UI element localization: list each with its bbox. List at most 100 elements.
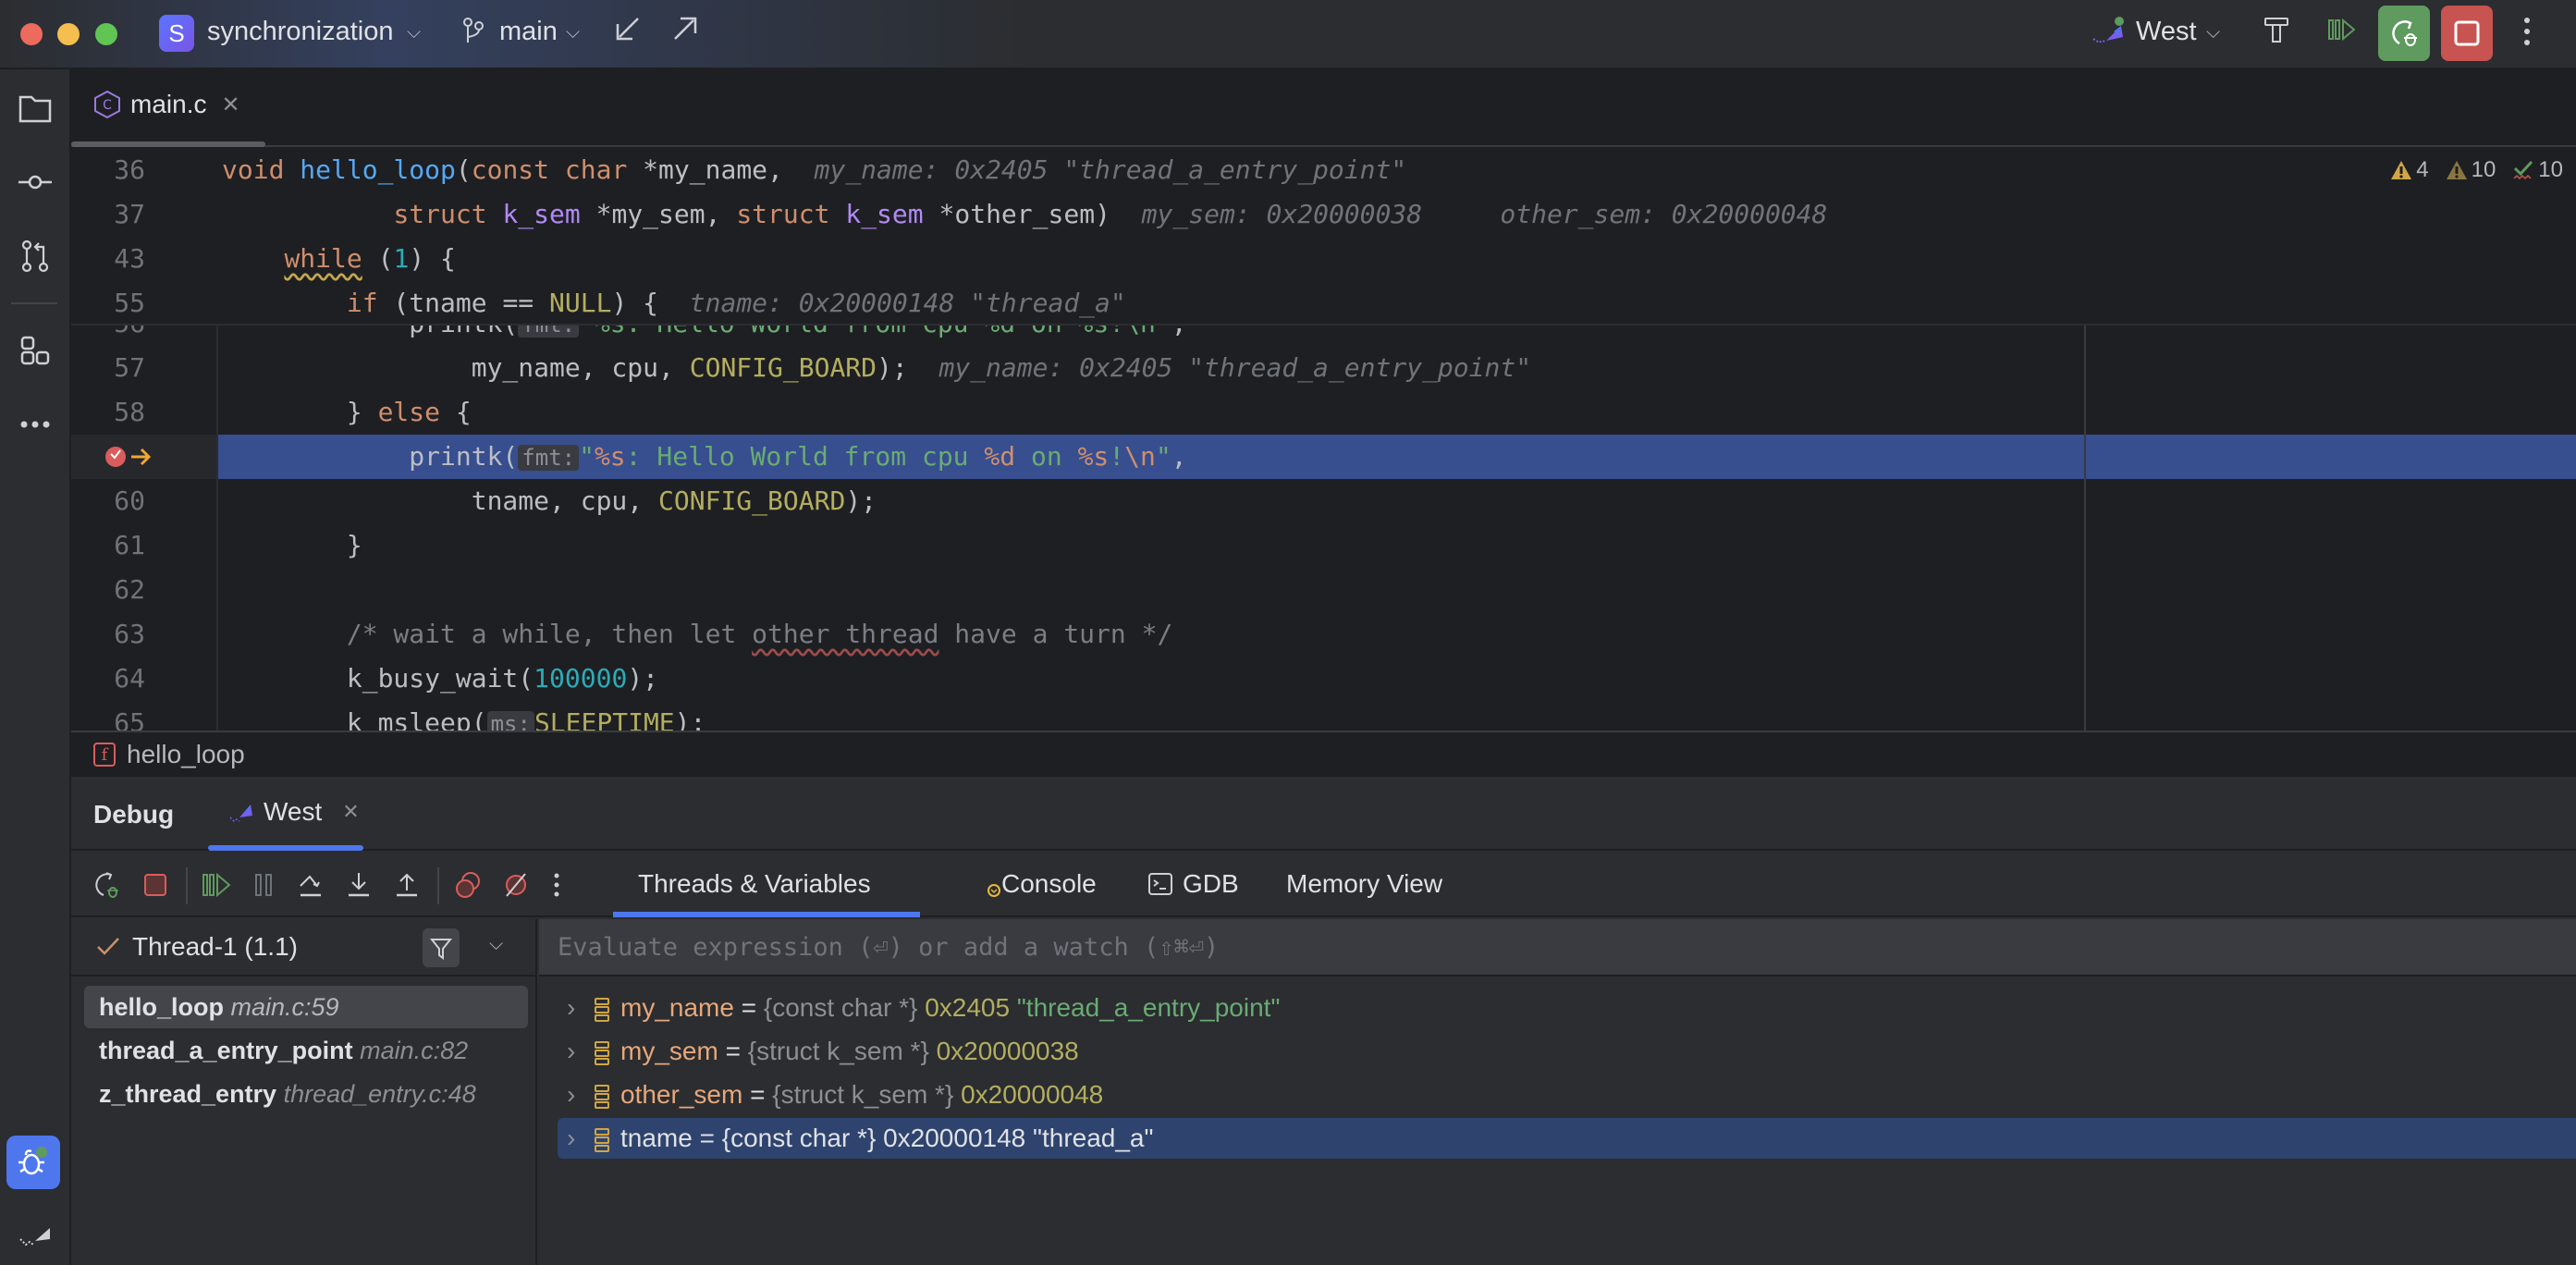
code-line[interactable]: 63 /* wait a while, then let other threa…: [71, 612, 2576, 657]
push-icon[interactable]: [671, 15, 699, 50]
step-out-icon[interactable]: [391, 869, 423, 901]
variable-row[interactable]: › tname = {const char *} 0x20000148 "thre…: [558, 1118, 2576, 1159]
tab-memory-view[interactable]: Memory View: [1286, 869, 1442, 899]
line-number[interactable]: 58: [71, 390, 145, 435]
more-options-icon[interactable]: [2522, 15, 2532, 55]
more-actions-icon[interactable]: [541, 869, 572, 901]
variable-value: 0x20000038: [936, 1037, 1079, 1065]
chevron-down-icon[interactable]: ⌵: [489, 934, 503, 955]
expand-chevron-icon[interactable]: ›: [567, 1075, 593, 1115]
stack-frame[interactable]: hello_loop main.c:59: [84, 986, 528, 1028]
code-line[interactable]: 57 my_name, cpu, CONFIG_BOARD); my_name:…: [71, 346, 2576, 390]
line-number[interactable]: 57: [71, 346, 145, 390]
incoming-changes-icon[interactable]: [614, 15, 642, 50]
tab-scrollbar[interactable]: [71, 141, 265, 147]
code-line[interactable]: 37 struct k_sem *my_sem, struct k_sem *o…: [71, 192, 2576, 237]
code-token: tname, cpu,: [222, 485, 659, 516]
line-number[interactable]: 62: [71, 568, 145, 612]
commit-icon[interactable]: [15, 162, 55, 203]
thread-selector[interactable]: Thread-1 (1.1) ⌵: [71, 919, 535, 976]
code-line[interactable]: 43 while (1) {: [71, 237, 2576, 281]
mute-breakpoints-icon[interactable]: [500, 869, 532, 901]
line-number[interactable]: 65: [71, 701, 145, 731]
close-window-button[interactable]: [20, 23, 43, 45]
parameter-hint: fmt:: [518, 445, 580, 471]
breadcrumb-function[interactable]: hello_loop: [127, 740, 245, 769]
line-number[interactable]: 63: [71, 612, 145, 657]
more-tools-icon[interactable]: [15, 404, 55, 445]
resume-program-icon[interactable]: [2326, 15, 2356, 52]
code-token: *my_sem,: [595, 199, 737, 229]
code-editor[interactable]: 56 printk(fmt:"%s: Hello World from cpu …: [71, 325, 2576, 731]
variable-type: {struct k_sem *}: [772, 1080, 962, 1109]
code-line[interactable]: 65 k_msleep(ms: SLEEPTIME);: [71, 701, 2576, 731]
warnings-count[interactable]: 4: [2390, 157, 2429, 183]
project-badge[interactable]: S: [159, 15, 194, 52]
tab-threads-variables[interactable]: Threads & Variables: [638, 869, 871, 899]
sticky-scroll-header: 36 void hello_loop(const char *my_name, m…: [71, 148, 2576, 325]
gutter-separator: [216, 325, 218, 731]
minimize-window-button[interactable]: [57, 23, 80, 45]
stack-frame[interactable]: thread_a_entry_point main.c:82: [84, 1029, 528, 1072]
expand-chevron-icon[interactable]: ›: [567, 1031, 593, 1072]
problems-indicator[interactable]: 4 10 10: [2390, 157, 2563, 183]
view-breakpoints-icon[interactable]: [452, 869, 484, 901]
run-config-selector[interactable]: West: [2136, 17, 2197, 47]
branch-selector[interactable]: main: [499, 17, 558, 47]
project-selector[interactable]: synchronization: [207, 17, 394, 47]
evaluate-expression-input[interactable]: Evaluate expression (⏎) or add a watch (…: [539, 919, 2576, 976]
debug-title: Debug: [93, 800, 175, 829]
variable-row[interactable]: › my_sem = {struct k_sem *} 0x20000038: [558, 1031, 2576, 1072]
code-line[interactable]: 62: [71, 568, 2576, 612]
code-line[interactable]: 61 }: [71, 523, 2576, 568]
variable-row[interactable]: › my_name = {const char *} 0x2405 "thread…: [558, 988, 2576, 1028]
code-line[interactable]: 60 tname, cpu, CONFIG_BOARD);: [71, 479, 2576, 523]
rerun-debug-button[interactable]: [2378, 6, 2430, 61]
code-token: k_msleep(: [222, 707, 487, 731]
typos-count[interactable]: 10: [2512, 157, 2563, 183]
expand-chevron-icon[interactable]: ›: [567, 988, 593, 1028]
stop-icon[interactable]: [140, 869, 171, 901]
code-line[interactable]: 58 } else {: [71, 390, 2576, 435]
code-line[interactable]: 64 k_busy_wait(100000);: [71, 657, 2576, 701]
tab-gdb[interactable]: GDB: [1147, 869, 1239, 899]
close-tab-icon[interactable]: ✕: [221, 92, 239, 118]
zoom-window-button[interactable]: [95, 23, 117, 45]
expand-chevron-icon[interactable]: ›: [567, 1118, 593, 1159]
line-number[interactable]: 37: [71, 192, 145, 237]
step-over-icon[interactable]: [295, 869, 326, 901]
step-into-icon[interactable]: [343, 869, 374, 901]
debug-tool-window-button[interactable]: [6, 1136, 60, 1189]
tab-console[interactable]: Console: [987, 869, 1097, 899]
code-line[interactable]: 36 void hello_loop(const char *my_name, m…: [71, 148, 2576, 192]
stop-button[interactable]: [2441, 6, 2493, 61]
line-number[interactable]: 61: [71, 523, 145, 568]
line-number[interactable]: 60: [71, 479, 145, 523]
pull-requests-icon[interactable]: [15, 236, 55, 276]
code-line[interactable]: 56 printk(fmt:"%s: Hello World from cpu …: [71, 325, 2576, 346]
project-folder-icon[interactable]: [15, 88, 55, 129]
line-number[interactable]: 55: [71, 281, 145, 325]
line-number[interactable]: 64: [71, 657, 145, 701]
variable-row[interactable]: › other_sem = {struct k_sem *} 0x20000048: [558, 1075, 2576, 1115]
weak-warnings-count[interactable]: 10: [2446, 157, 2496, 183]
build-hammer-icon[interactable]: [2262, 15, 2291, 52]
line-number[interactable]: 56: [71, 325, 145, 346]
line-number[interactable]: 43: [71, 237, 145, 281]
pause-icon[interactable]: [249, 869, 280, 901]
code-token: my_name, cpu,: [222, 352, 690, 383]
west-tool-icon[interactable]: [15, 1216, 55, 1257]
current-execution-line[interactable]: printk(fmt: "%s: Hello World from cpu %d …: [71, 435, 2576, 479]
code-line[interactable]: 55 if (tname == NULL) { tname: 0x2000014…: [71, 281, 2576, 325]
session-tab-west[interactable]: West ✕: [228, 797, 360, 827]
resume-icon[interactable]: [201, 869, 232, 901]
close-session-icon[interactable]: ✕: [342, 800, 359, 824]
tab-main-c[interactable]: C main.c ✕: [93, 90, 240, 119]
filter-button[interactable]: [423, 928, 460, 967]
rerun-icon[interactable]: [92, 869, 123, 901]
line-number[interactable]: 36: [71, 148, 145, 192]
stack-frame[interactable]: z_thread_entry thread_entry.c:48: [84, 1073, 528, 1115]
structure-icon[interactable]: [15, 330, 55, 371]
